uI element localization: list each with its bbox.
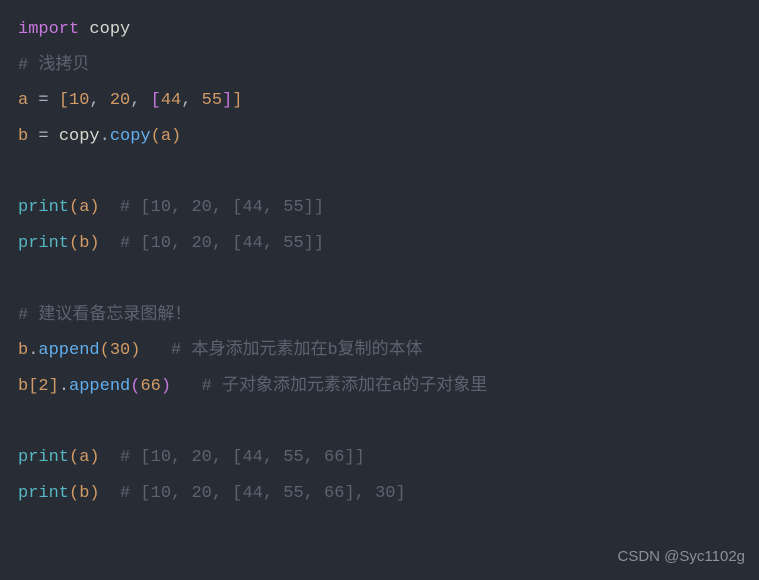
watermark: CSDN @Syc1102g — [618, 541, 746, 573]
var-b: b — [18, 341, 28, 360]
paren-close: ) — [89, 448, 99, 467]
paren-close: ) — [171, 127, 181, 146]
paren-open: ( — [151, 127, 161, 146]
comment-sub-append: # 子对象添加元素添加在a的子对象里 — [171, 377, 487, 396]
code-line-11: b[2].append(66) # 子对象添加元素添加在a的子对象里 — [18, 369, 741, 405]
builtin-print: print — [18, 448, 69, 467]
keyword-import: import — [18, 20, 79, 39]
var-a: a — [18, 91, 28, 110]
assign-op: = — [28, 91, 59, 110]
paren-open: ( — [69, 484, 79, 503]
paren-close: ) — [161, 377, 171, 396]
var-b: b — [18, 377, 28, 396]
func-copy: copy — [110, 127, 151, 146]
code-line-4: b = copy.copy(a) — [18, 119, 741, 155]
comma: , — [89, 91, 109, 110]
code-line-3: a = [10, 20, [44, 55]] — [18, 83, 741, 119]
comment-output: # [10, 20, [44, 55, 66], 30] — [100, 484, 406, 503]
paren-open: ( — [100, 341, 110, 360]
comment-suggest: # 建议看备忘录图解！ — [18, 306, 191, 325]
code-line-blank — [18, 155, 741, 191]
bracket-close: ] — [222, 91, 232, 110]
var-b: b — [18, 127, 28, 146]
arg-a: a — [79, 448, 89, 467]
paren-close: ) — [130, 341, 140, 360]
dot: . — [100, 127, 110, 146]
dot: . — [28, 341, 38, 360]
code-line-2: # 浅拷贝 — [18, 48, 741, 84]
code-line-7: print(b) # [10, 20, [44, 55]] — [18, 226, 741, 262]
paren-close: ) — [89, 234, 99, 253]
dot: . — [59, 377, 69, 396]
code-line-14: print(b) # [10, 20, [44, 55, 66], 30] — [18, 476, 741, 512]
arg-a: a — [161, 127, 171, 146]
code-line-13: print(a) # [10, 20, [44, 55, 66]] — [18, 440, 741, 476]
paren-open: ( — [130, 377, 140, 396]
bracket-open: [ — [28, 377, 38, 396]
comment-shallow: # 浅拷贝 — [18, 56, 89, 75]
num-44: 44 — [161, 91, 181, 110]
comma: , — [181, 91, 201, 110]
builtin-print: print — [18, 198, 69, 217]
builtin-print: print — [18, 234, 69, 253]
paren-open: ( — [69, 448, 79, 467]
idx-2: 2 — [38, 377, 48, 396]
code-line-10: b.append(30) # 本身添加元素加在b复制的本体 — [18, 333, 741, 369]
comma: , — [130, 91, 150, 110]
paren-close: ) — [89, 198, 99, 217]
comment-output: # [10, 20, [44, 55, 66]] — [100, 448, 365, 467]
module-copy: copy — [59, 127, 100, 146]
module-copy: copy — [79, 20, 130, 39]
func-append: append — [38, 341, 99, 360]
comment-output: # [10, 20, [44, 55]] — [100, 234, 324, 253]
bracket-open: [ — [151, 91, 161, 110]
code-line-blank — [18, 262, 741, 298]
num-20: 20 — [110, 91, 130, 110]
bracket-open: [ — [59, 91, 69, 110]
arg-a: a — [79, 198, 89, 217]
builtin-print: print — [18, 484, 69, 503]
num-30: 30 — [110, 341, 130, 360]
num-66: 66 — [140, 377, 160, 396]
assign-op: = — [28, 127, 59, 146]
comment-output: # [10, 20, [44, 55]] — [100, 198, 324, 217]
comment-b-append: # 本身添加元素加在b复制的本体 — [140, 341, 422, 360]
bracket-close: ] — [232, 91, 242, 110]
code-line-9: # 建议看备忘录图解！ — [18, 298, 741, 334]
arg-b: b — [79, 234, 89, 253]
paren-open: ( — [69, 198, 79, 217]
paren-open: ( — [69, 234, 79, 253]
paren-close: ) — [89, 484, 99, 503]
code-line-6: print(a) # [10, 20, [44, 55]] — [18, 190, 741, 226]
num-10: 10 — [69, 91, 89, 110]
func-append: append — [69, 377, 130, 396]
code-line-1: import copy — [18, 12, 741, 48]
arg-b: b — [79, 484, 89, 503]
code-line-blank — [18, 405, 741, 441]
num-55: 55 — [202, 91, 222, 110]
bracket-close: ] — [49, 377, 59, 396]
